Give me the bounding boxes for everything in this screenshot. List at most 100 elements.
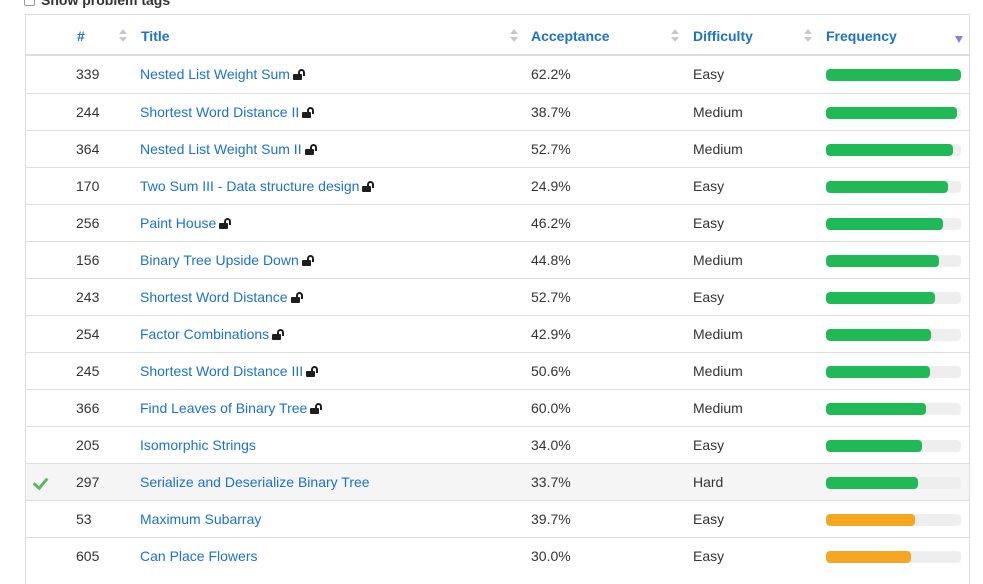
status-cell [32, 501, 54, 537]
problem-title-link[interactable]: Factor Combinations [140, 326, 269, 342]
problem-number: 205 [76, 437, 100, 453]
table-row: 605 Can Place Flowers 30.0% Easy [26, 537, 969, 574]
problem-title-cell: Binary Tree Upside Down [140, 242, 315, 278]
unlock-icon [272, 329, 285, 340]
acceptance-rate: 52.7% [531, 141, 571, 157]
problem-title-cell: Find Leaves of Binary Tree [140, 390, 323, 426]
frequency-bar-fill [826, 255, 940, 267]
status-cell [32, 205, 54, 241]
frequency-bar-fill [826, 551, 912, 563]
problem-title-link[interactable]: Shortest Word Distance II [140, 104, 299, 120]
problem-title-link[interactable]: Serialize and Deserialize Binary Tree [140, 474, 370, 490]
unlock-icon [304, 144, 318, 155]
header-acceptance[interactable]: Acceptance [531, 15, 610, 54]
table-row: 243 Shortest Word Distance 52.7% Easy [26, 278, 969, 315]
unlock-icon [362, 181, 375, 192]
problem-title-cell: Nested List Weight Sum II [140, 131, 318, 167]
status-cell [32, 353, 54, 389]
difficulty-label: Easy [693, 215, 725, 231]
frequency-bar [826, 366, 961, 378]
problem-title-link[interactable]: Binary Tree Upside Down [140, 252, 299, 268]
problem-title-link[interactable]: Shortest Word Distance [140, 289, 288, 305]
status-cell [32, 316, 54, 352]
header-difficulty[interactable]: Difficulty [693, 15, 753, 54]
header-title[interactable]: Title [141, 15, 170, 54]
frequency-bar [826, 144, 961, 156]
table-header-row: # Title Acceptance Difficulty Frequency [26, 15, 969, 56]
table-row: 254 Factor Combinations 42.9% Medium [26, 315, 969, 352]
acceptance-rate: 42.9% [531, 326, 571, 342]
problem-title-link[interactable]: Can Place Flowers [140, 548, 258, 564]
difficulty-label: Easy [693, 511, 725, 527]
acceptance-rate: 50.6% [531, 363, 571, 379]
frequency-bar [826, 107, 961, 119]
acceptance-rate: 39.7% [531, 511, 571, 527]
problem-title-cell: Isomorphic Strings [140, 427, 256, 463]
difficulty-label: Medium [693, 363, 743, 379]
difficulty-label: Medium [693, 104, 743, 120]
frequency-bar [826, 218, 961, 230]
unlock-icon [292, 69, 306, 80]
status-cell [32, 279, 54, 315]
problem-title-cell: Paint House [140, 205, 232, 241]
frequency-cell [826, 131, 962, 167]
frequency-bar [826, 551, 961, 563]
sort-acceptance-icon[interactable] [671, 29, 679, 43]
frequency-cell [826, 353, 962, 389]
show-tags-checkbox[interactable] [24, 0, 35, 6]
problem-number: 53 [76, 511, 92, 527]
status-cell [32, 168, 54, 204]
problem-title-cell: Two Sum III - Data structure design [140, 168, 375, 204]
problem-title-link[interactable]: Find Leaves of Binary Tree [140, 400, 307, 416]
difficulty-label: Hard [693, 474, 724, 490]
difficulty-label: Easy [693, 437, 725, 453]
difficulty-label: Easy [693, 66, 725, 82]
problem-number: 156 [76, 252, 100, 268]
problem-title-link[interactable]: Maximum Subarray [140, 511, 261, 527]
problem-number: 256 [76, 215, 100, 231]
frequency-bar [826, 292, 961, 304]
frequency-bar [826, 514, 961, 526]
unlock-icon [301, 255, 315, 266]
sort-frequency-desc-icon[interactable] [955, 36, 963, 43]
frequency-bar-fill [826, 292, 936, 304]
frequency-bar [826, 329, 961, 341]
frequency-bar-fill [826, 218, 944, 230]
table-row: 256 Paint House 46.2% Easy [26, 204, 969, 241]
difficulty-label: Easy [693, 289, 725, 305]
table-row: 245 Shortest Word Distance III 50.6% Medium [26, 352, 969, 389]
difficulty-label: Medium [693, 252, 743, 268]
frequency-bar-fill [826, 107, 957, 119]
acceptance-rate: 60.0% [531, 400, 571, 416]
status-cell [32, 464, 54, 500]
problem-title-cell: Nested List Weight Sum [140, 56, 306, 92]
frequency-bar-fill [826, 514, 916, 526]
table-row: 339 Nested List Weight Sum 62.2% Easy [26, 56, 969, 93]
frequency-bar [826, 403, 961, 415]
problems-table: # Title Acceptance Difficulty Frequency … [25, 14, 970, 584]
frequency-cell [826, 316, 962, 352]
problem-title-link[interactable]: Two Sum III - Data structure design [140, 178, 359, 194]
frequency-cell [826, 168, 962, 204]
problem-title-link[interactable]: Isomorphic Strings [140, 437, 256, 453]
status-cell [32, 94, 54, 130]
frequency-cell [826, 56, 962, 92]
unlock-icon [290, 292, 304, 303]
difficulty-label: Medium [693, 141, 743, 157]
problem-title-link[interactable]: Nested List Weight Sum [140, 66, 290, 82]
problem-title-link[interactable]: Paint House [140, 215, 216, 231]
header-num[interactable]: # [77, 15, 85, 54]
problem-number: 254 [76, 326, 100, 342]
acceptance-rate: 33.7% [531, 474, 571, 490]
header-frequency[interactable]: Frequency [826, 15, 897, 54]
show-problem-tags-toggle[interactable]: Show problem tags [24, 0, 170, 9]
sort-title-icon[interactable] [510, 29, 518, 43]
problem-number: 339 [76, 66, 100, 82]
problem-title-link[interactable]: Shortest Word Distance III [140, 363, 303, 379]
sort-num-icon[interactable] [119, 29, 127, 43]
frequency-bar [826, 181, 961, 193]
problem-title-link[interactable]: Nested List Weight Sum II [140, 141, 302, 157]
table-row: 297 Serialize and Deserialize Binary Tree… [26, 463, 969, 500]
table-row: 364 Nested List Weight Sum II 52.7% Medium [26, 130, 969, 167]
sort-difficulty-icon[interactable] [804, 29, 812, 43]
